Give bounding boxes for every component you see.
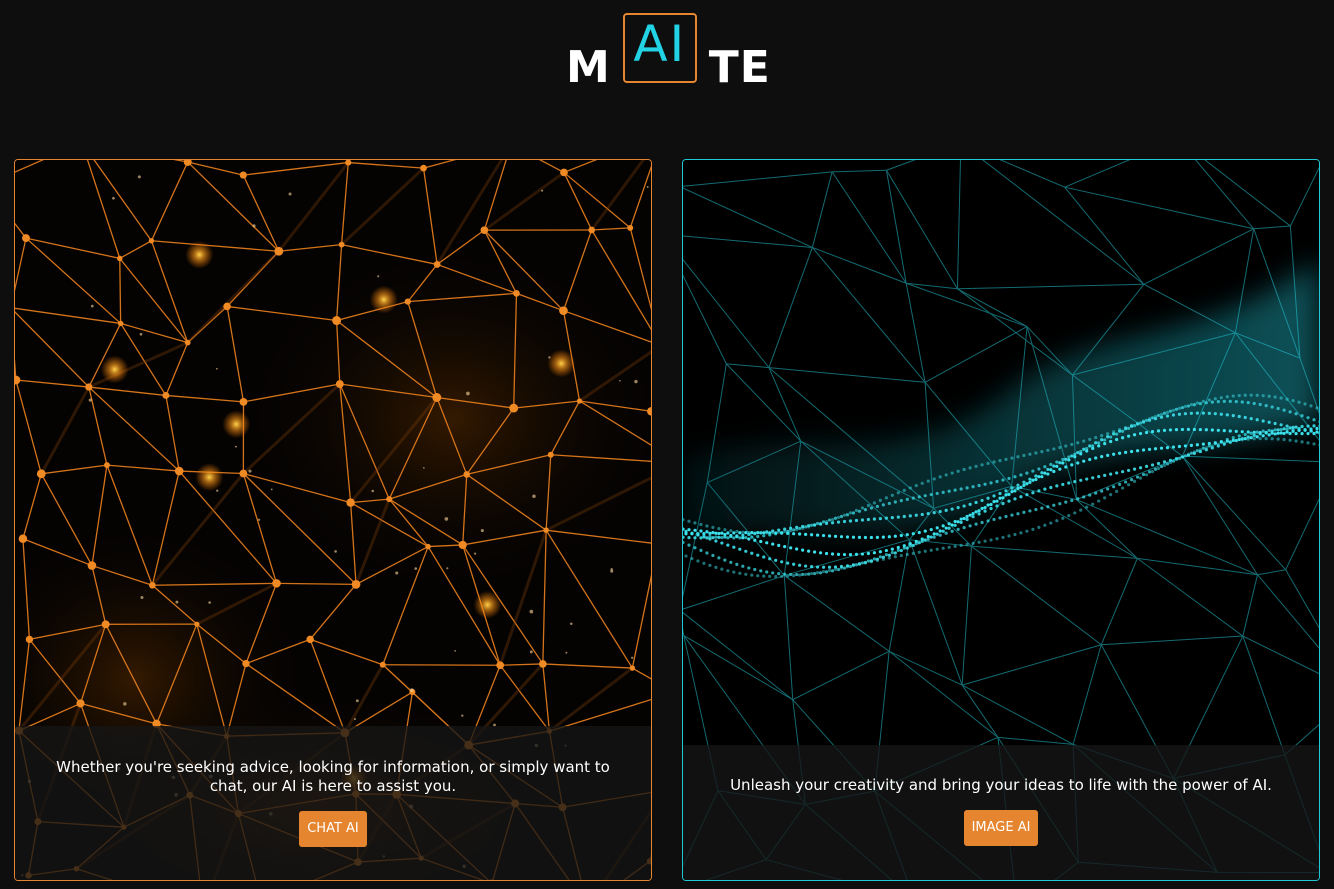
chat-ai-card: Whether you're seeking advice, looking f…	[14, 159, 652, 881]
logo-letters-te: TE	[708, 42, 771, 93]
site-logo[interactable]: M AI TE	[566, 12, 771, 92]
image-ai-card-footer: Unleash your creativity and bring your i…	[683, 745, 1319, 880]
image-ai-card: Unleash your creativity and bring your i…	[682, 159, 1320, 881]
chat-ai-description: Whether you're seeking advice, looking f…	[56, 758, 610, 795]
image-ai-description: Unleash your creativity and bring your i…	[730, 776, 1272, 794]
image-ai-button[interactable]: IMAGE AI	[963, 810, 1039, 846]
logo-letter-m: M	[566, 42, 611, 93]
chat-ai-button[interactable]: CHAT AI	[299, 811, 367, 847]
chat-ai-card-footer: Whether you're seeking advice, looking f…	[15, 726, 651, 880]
site-header: M AI TE	[0, 0, 1334, 110]
logo-ai-text: AI	[633, 15, 687, 73]
logo-ai-box: AI	[622, 13, 697, 83]
